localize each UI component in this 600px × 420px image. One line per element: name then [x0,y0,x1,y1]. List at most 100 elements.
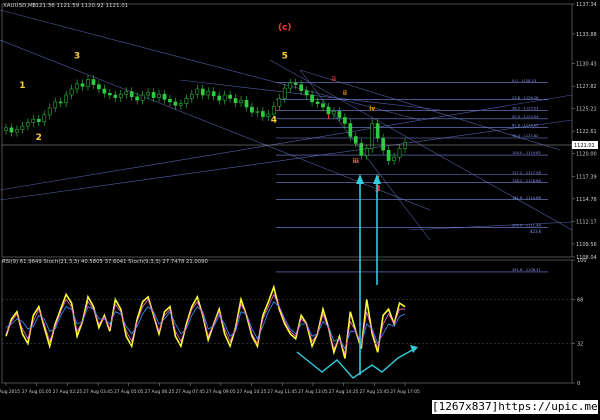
candle-body [86,79,90,87]
candle-body [266,113,271,117]
candle-body [173,101,178,106]
time-tick-label: 27 Aug 07:45 [175,389,205,395]
candle-body [288,82,293,89]
candle-body [140,94,145,101]
wave-label: 4 [271,116,277,126]
candle-body [233,98,238,104]
candle-body [244,99,249,108]
candle-body [392,156,396,161]
candle-body [299,84,304,91]
time-tick-label: 27 Aug 13:05 [298,389,328,395]
candle-body [184,98,189,104]
candle-body [42,114,47,123]
price-tick-label: 1117.39 [576,174,597,180]
time-tick-label: 27 Aug 15:45 [360,389,390,395]
wave-label: (c) [278,23,292,33]
candle-body [64,94,68,104]
fib-label: 423.6 [530,229,542,234]
time-tick-label: 27 Aug 14:25 [329,389,359,395]
candle-body [239,99,243,104]
candle-body [293,82,298,85]
time-tick-label: 27 Aug 10:25 [237,389,267,395]
price-tick-label: 1133.88 [576,32,597,38]
wave-label: iii [353,158,359,165]
candle-body [364,148,369,156]
candle-body [26,122,30,127]
time-tick-label: 27 Aug 02:25 [53,389,83,395]
candle-body [168,99,172,103]
time-tick-label: 27 Aug 06:25 [145,389,175,395]
time-tick-label: 27 Aug 17:05 [390,389,420,395]
osc-tick-label: 0 [577,381,580,387]
candle-body [277,98,282,107]
candle-body [326,106,331,115]
fib-label: 38.2 - 1125.03 [512,106,538,110]
candle-body [195,88,200,95]
candle-body [255,111,260,113]
fib-label: 50.0 - 1124.04 [512,115,539,119]
price-tick-label: 1125.21 [576,107,597,113]
candle-body [271,105,276,115]
candle-body [343,117,347,124]
osc-tick-label: 68 [577,297,583,303]
candle-body [337,111,342,118]
current-price-label: 1121.01 [574,143,595,149]
candle-body [91,79,96,85]
time-tick-label: 27 Aug 03:45 [83,389,113,395]
candle-body [403,142,407,149]
candle-body [20,125,25,130]
candle-body [375,123,380,139]
candle-body [69,88,74,96]
candle-body [179,103,183,106]
fib-label: 161.8 - 1114.68 [512,196,541,200]
candle-body [107,93,112,96]
candle-body [189,93,194,99]
fib-label: 138.2 - 1116.66 [512,179,541,183]
price-tick-label: 1130.43 [576,62,597,68]
candle-body [217,95,222,101]
candle-body [58,101,63,104]
candle-body [113,94,118,98]
candle-body [261,111,265,117]
wave-label: iv [369,106,375,113]
candle-body [9,127,14,133]
candle-body [129,91,134,97]
price-tick-label: 1122.61 [576,129,597,135]
oscillator-title: RSI(9) 61.9649 Stoch(21,3,3) 40.5805 37.… [2,259,209,265]
candle-body [75,83,79,90]
candle-body [282,87,287,99]
wave-label: 1 [19,81,25,91]
fib-label: 200.0 - 1111.48 [512,223,541,227]
wave-label: 3 [74,52,80,62]
candle-body [36,118,41,123]
watermark: [1267x837]https://upic.me/ [432,400,600,414]
wave-label: ii [343,90,347,97]
candle-body [304,90,309,96]
price-tick-label: 1120.00 [576,152,597,158]
candle-body [222,94,227,101]
price-tick-label: 1114.78 [576,197,597,203]
candle-body [118,93,123,98]
fib-label: 127.2 - 1117.58 [512,171,541,175]
candle-body [102,88,107,94]
candle-body [53,101,58,109]
candle-body [353,136,358,144]
fib-label: 76.4 - 1121.82 [512,134,538,138]
wave-label: 5 [282,52,288,62]
chart-root: 0.0 - 1128.23 23.6 - 1126.26 38.2 - 1125.0… [0,0,600,416]
fib-label: 23.6 - 1126.26 [512,96,539,100]
ohlc-label: 1121.36 1121.59 1120.92 1121.01 [32,3,128,9]
candle-body [381,137,385,151]
candle-body [135,96,140,101]
candle-body [97,84,101,90]
time-tick-label: 27 Aug 01:05 [22,389,52,395]
candle-body [250,106,254,113]
candle-body [228,94,232,99]
candle-body [321,103,325,108]
candle-body [162,93,167,100]
candle-body [332,111,336,115]
candle-body [31,118,36,123]
wave-label: ii [332,76,336,83]
fib-label: 0.0 - 1128.23 [512,79,536,83]
price-tick-label: 1137.34 [576,2,597,8]
